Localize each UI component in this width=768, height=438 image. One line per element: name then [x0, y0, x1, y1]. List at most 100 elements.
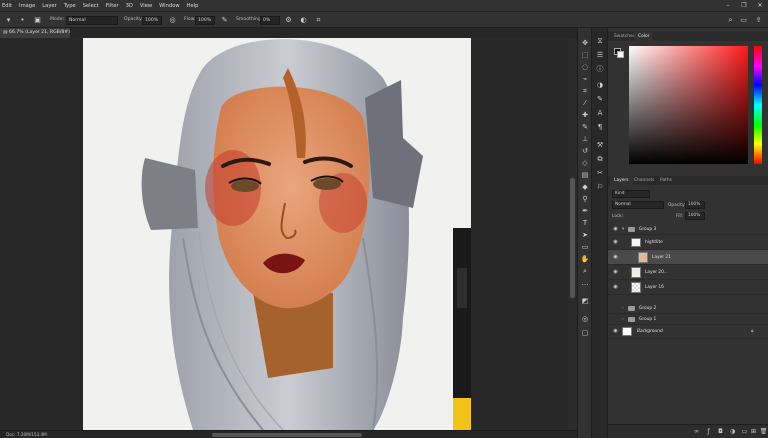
- menu-filter[interactable]: Filter: [106, 3, 119, 9]
- hue-slider[interactable]: [754, 46, 762, 164]
- new-group-icon[interactable]: ▭: [740, 427, 749, 436]
- shape-tool-icon[interactable]: ▭: [580, 242, 590, 252]
- menu-window[interactable]: Window: [159, 3, 179, 9]
- layer-row-layer-16[interactable]: ◉ Layer 16: [608, 280, 768, 295]
- group-collapse-chevron-icon[interactable]: ›: [622, 314, 624, 325]
- opacity-field[interactable]: 100%: [142, 16, 162, 25]
- menu-type[interactable]: Type: [64, 3, 76, 9]
- more-tools-icon[interactable]: …: [580, 278, 590, 288]
- visibility-eye-icon[interactable]: [612, 305, 619, 312]
- dodge-tool-icon[interactable]: ⚲: [580, 194, 590, 204]
- share-icon[interactable]: ⇪: [754, 16, 763, 25]
- layer-row-hightlite[interactable]: ◉ hightlite: [608, 236, 768, 250]
- path-select-icon[interactable]: ➤: [580, 230, 590, 240]
- healing-brush-icon[interactable]: ✚: [580, 110, 590, 120]
- link-layers-icon[interactable]: ∞: [692, 427, 701, 436]
- adjustment-layer-icon[interactable]: ◑: [728, 427, 737, 436]
- mode-select[interactable]: Normal: [66, 16, 118, 25]
- layer-row-layer-20[interactable]: ◉ Layer 20...: [608, 265, 768, 280]
- visibility-eye-icon[interactable]: ◉: [612, 254, 619, 261]
- visibility-eye-icon[interactable]: ◉: [612, 239, 619, 246]
- add-mask-icon[interactable]: ◘: [716, 427, 725, 436]
- type-tool-icon[interactable]: T: [580, 218, 590, 228]
- tool-presets-icon[interactable]: ⚒: [595, 140, 605, 150]
- quick-mask-icon[interactable]: ◎: [580, 314, 590, 324]
- close-icon[interactable]: ✕: [752, 0, 768, 11]
- menu-edit[interactable]: Edit: [2, 3, 12, 9]
- menu-help[interactable]: Help: [187, 3, 199, 9]
- pressure-opacity-icon[interactable]: ◎: [168, 16, 177, 25]
- tab-channels[interactable]: Channels: [630, 176, 658, 185]
- vertical-scroll-thumb[interactable]: [570, 178, 575, 298]
- layer-row-group-1[interactable]: › Group 1: [608, 314, 768, 325]
- info-panel-icon[interactable]: ⓘ: [595, 64, 605, 74]
- gear-icon[interactable]: ⚙: [284, 16, 293, 25]
- color-picker-field[interactable]: [629, 46, 748, 164]
- angle-icon[interactable]: ◐: [299, 16, 308, 25]
- quick-select-tool-icon[interactable]: ⌁: [580, 74, 590, 84]
- layer-style-icon[interactable]: ƒ: [704, 427, 713, 436]
- brush-settings-icon[interactable]: ▣: [33, 16, 42, 25]
- brush-preset-icon[interactable]: ▾: [4, 16, 13, 25]
- new-layer-icon[interactable]: ⊞: [749, 427, 758, 436]
- kind-filter-select[interactable]: Kind: [612, 190, 650, 198]
- canvas-area[interactable]: [0, 38, 568, 430]
- tab-paths[interactable]: Paths: [656, 176, 676, 185]
- navigator-icon[interactable]: ✂: [595, 168, 605, 178]
- blend-mode-select[interactable]: Normal: [612, 201, 664, 209]
- zoom-tool-icon[interactable]: ⌕: [580, 266, 590, 276]
- brush-size-icon[interactable]: •: [18, 16, 27, 25]
- character-panel-icon[interactable]: A: [595, 108, 605, 118]
- layer-row-layer-21[interactable]: ◉ Layer 21: [608, 250, 768, 265]
- group-collapse-chevron-icon[interactable]: ›: [622, 303, 624, 314]
- artwork-canvas[interactable]: [83, 38, 471, 430]
- layer-opacity-field[interactable]: 100%: [685, 201, 705, 209]
- tab-color[interactable]: Color: [634, 32, 654, 41]
- blur-tool-icon[interactable]: ◆: [580, 182, 590, 192]
- lasso-tool-icon[interactable]: ◌: [580, 62, 590, 72]
- menu-view[interactable]: View: [140, 3, 152, 9]
- visibility-eye-icon[interactable]: ◉: [612, 226, 619, 233]
- history-panel-icon[interactable]: ⧖: [595, 36, 605, 46]
- visibility-eye-icon[interactable]: [612, 316, 619, 323]
- vertical-scrollbar[interactable]: [568, 38, 577, 430]
- restore-icon[interactable]: ❐: [736, 0, 752, 11]
- menu-3d[interactable]: 3D: [126, 3, 133, 9]
- symmetry-icon[interactable]: ⌗: [314, 16, 323, 25]
- clone-source-icon[interactable]: ⧉: [595, 154, 605, 164]
- gradient-tool-icon[interactable]: ▤: [580, 170, 590, 180]
- minimize-icon[interactable]: –: [720, 0, 736, 11]
- properties-panel-icon[interactable]: ☰: [595, 50, 605, 60]
- layer-row-group-3[interactable]: ◉ ▾ Group 3: [608, 224, 768, 235]
- history-brush-icon[interactable]: ↺: [580, 146, 590, 156]
- paragraph-panel-icon[interactable]: ¶: [595, 122, 605, 132]
- search-icon[interactable]: ⌕: [726, 16, 735, 25]
- flow-field[interactable]: 100%: [195, 16, 215, 25]
- horizontal-scroll-thumb[interactable]: [212, 433, 362, 437]
- trash-icon[interactable]: 🗑︎: [759, 427, 768, 436]
- group-expand-chevron-icon[interactable]: ▾: [622, 224, 624, 235]
- styles-icon[interactable]: ⚐: [595, 182, 605, 192]
- pen-tool-icon[interactable]: ✒: [580, 206, 590, 216]
- adjustments-panel-icon[interactable]: ◑: [595, 80, 605, 90]
- screen-mode-icon[interactable]: ▢: [580, 328, 590, 338]
- brush-panel-icon[interactable]: ✎: [595, 94, 605, 104]
- visibility-eye-icon[interactable]: ◉: [612, 284, 619, 291]
- move-tool-icon[interactable]: ✥: [580, 38, 590, 48]
- airbrush-icon[interactable]: ✎: [220, 16, 229, 25]
- eyedropper-tool-icon[interactable]: ⁄: [580, 98, 590, 108]
- layer-row-group-2[interactable]: › Group 2: [608, 303, 768, 314]
- hand-tool-icon[interactable]: ✋: [580, 254, 590, 264]
- visibility-eye-icon[interactable]: ◉: [612, 269, 619, 276]
- background-color-swatch[interactable]: [617, 51, 624, 58]
- layer-row-background[interactable]: ◉ Background 🔒︎: [608, 325, 768, 339]
- workspace-icon[interactable]: ▭: [739, 16, 748, 25]
- brush-tool-icon[interactable]: ✎: [580, 122, 590, 132]
- menu-image[interactable]: Image: [19, 3, 35, 9]
- clone-stamp-icon[interactable]: ⊥: [580, 134, 590, 144]
- eraser-tool-icon[interactable]: ◇: [580, 158, 590, 168]
- menu-select[interactable]: Select: [83, 3, 99, 9]
- document-tab[interactable]: @ 66.7% (Layer 21, RGB/8#) *: [0, 28, 70, 45]
- foreground-background-icon[interactable]: ◩: [580, 296, 590, 306]
- smoothing-field[interactable]: 0%: [260, 16, 280, 25]
